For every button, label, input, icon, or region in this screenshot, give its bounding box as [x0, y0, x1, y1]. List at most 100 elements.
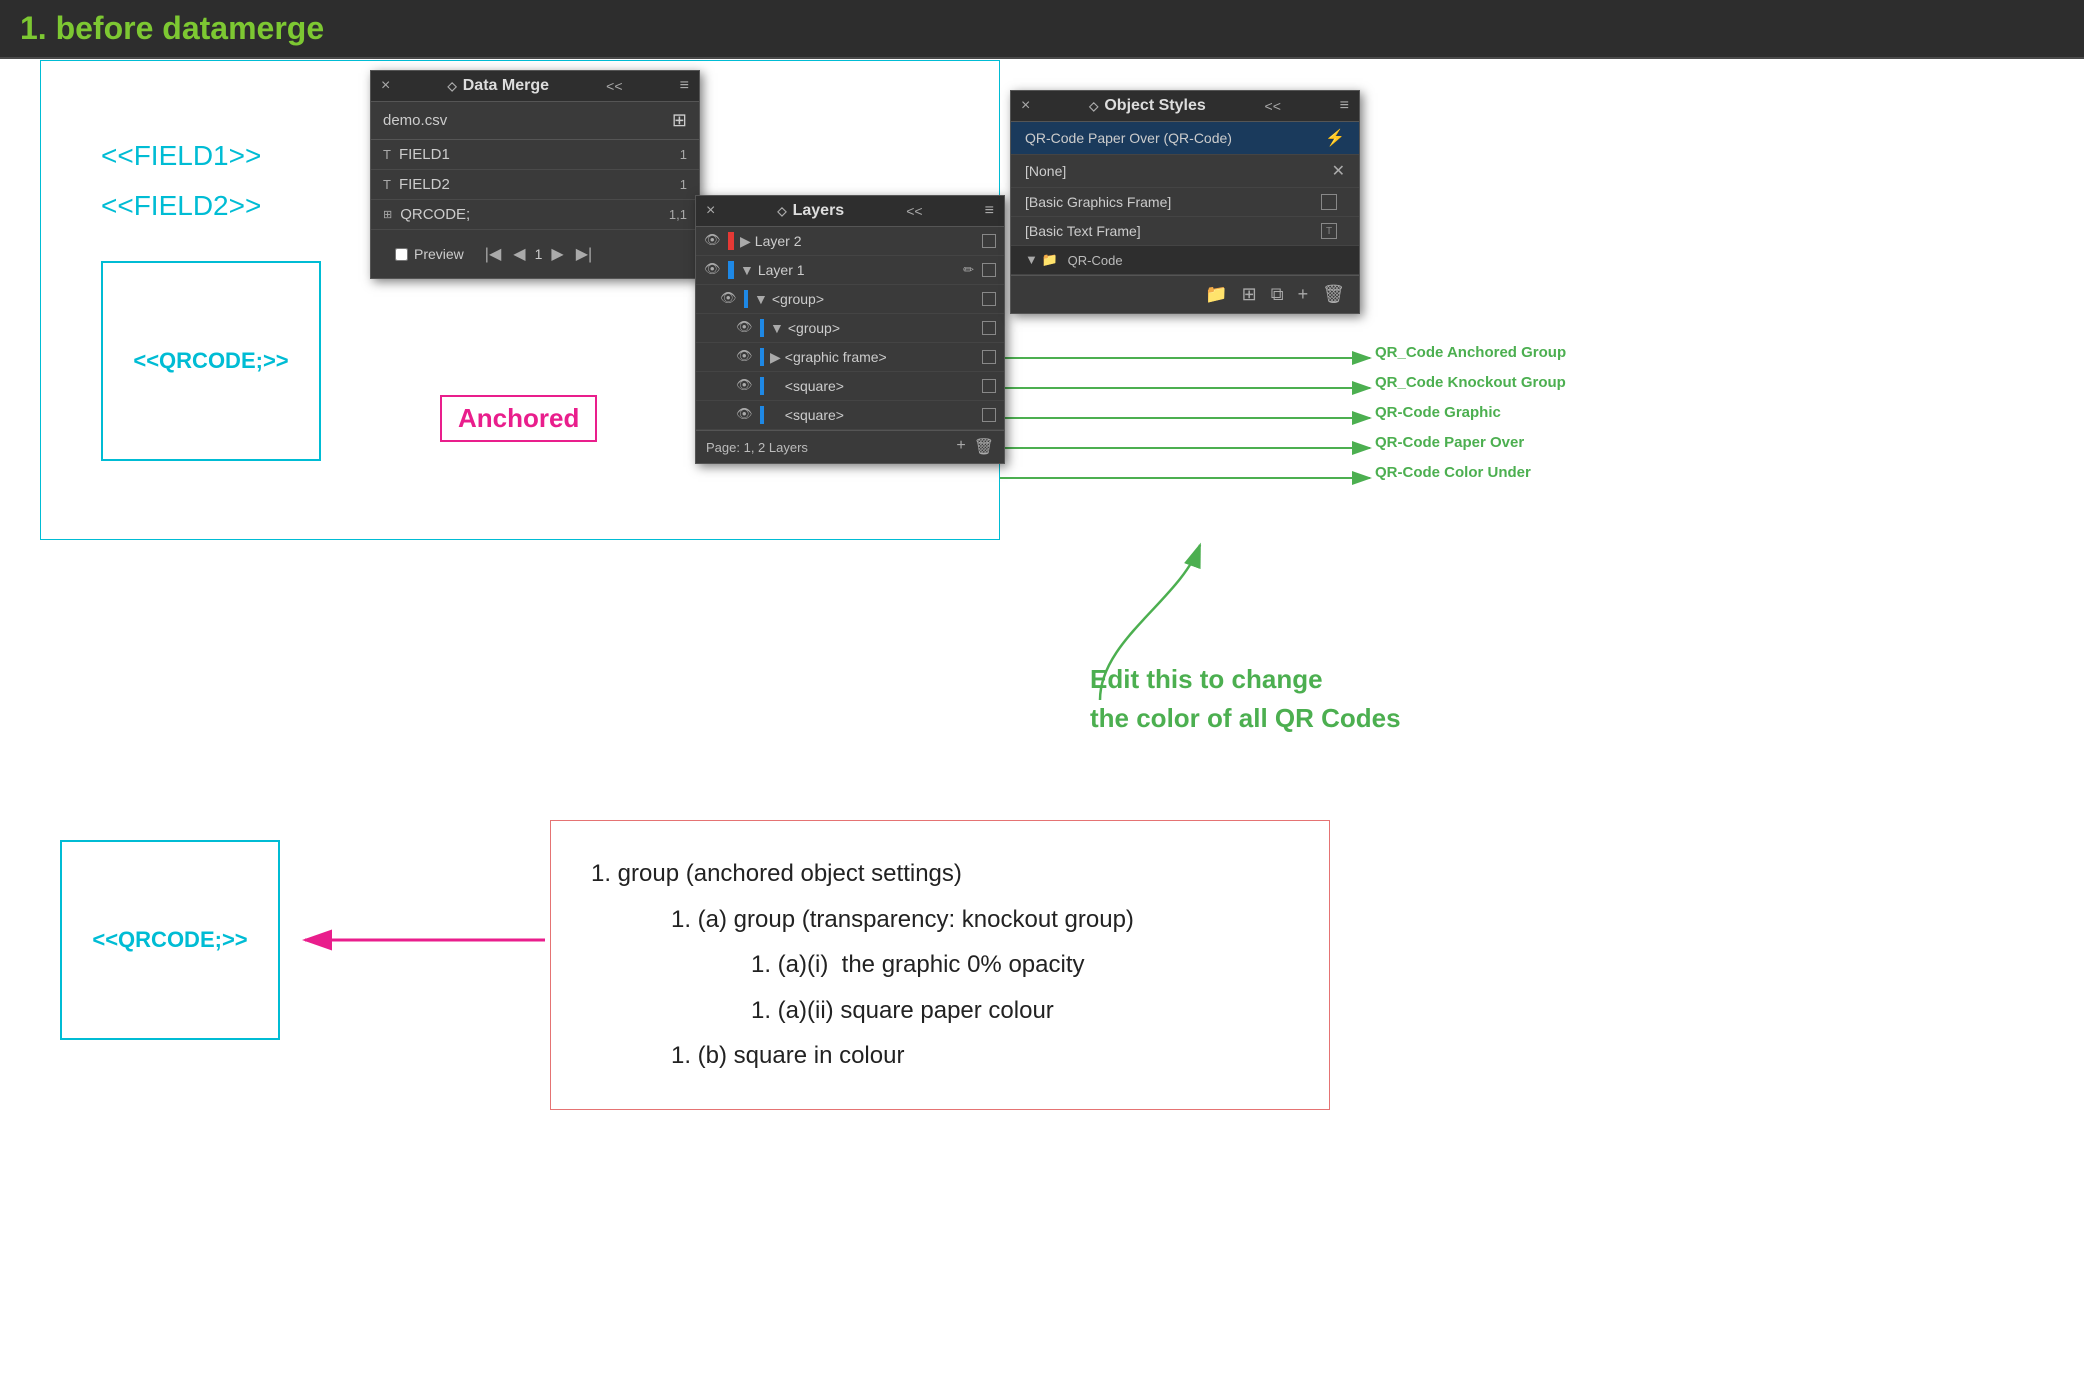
layers-delete-btn[interactable]: 🗑: [974, 437, 994, 457]
layer-bar-sq2: [760, 406, 764, 424]
objstyles-menu[interactable]: ≡: [1340, 97, 1349, 115]
expand-icon-group1[interactable]: ▼: [754, 291, 768, 307]
layers-close[interactable]: ×: [706, 202, 715, 220]
field-text-area: <<FIELD1>> <<FIELD2>>: [101, 131, 261, 232]
datamerge-close[interactable]: ×: [381, 77, 390, 95]
expand-icon-layer2[interactable]: ▶: [740, 233, 751, 250]
objstyles-qrcode-group[interactable]: ▼ 📁 QR-Code: [1011, 246, 1359, 275]
layers-menu[interactable]: ≡: [985, 202, 994, 220]
layer-bar-group1: [744, 290, 748, 308]
layer1-name: Layer 1: [758, 262, 963, 278]
objstyles-delete-btn[interactable]: 🗑: [1318, 282, 1349, 307]
datamerge-diamond: ◇: [448, 79, 457, 93]
spacer-square2: ▶: [770, 407, 781, 424]
layer-row-group1[interactable]: 👁 ▼ <group>: [696, 285, 1004, 314]
square1-name: <square>: [785, 378, 978, 394]
lightning-icon: ⚡: [1325, 128, 1345, 148]
preview-checkbox[interactable]: [395, 248, 408, 261]
eye-icon-graphic-frame[interactable]: 👁: [736, 348, 754, 366]
datamerge-field-2[interactable]: T FIELD2 1: [371, 170, 699, 200]
qr-type-icon: ⊞: [383, 208, 392, 221]
layers-footer-buttons: + 🗑: [956, 437, 994, 457]
datamerge-menu[interactable]: ≡: [680, 77, 689, 95]
objstyles-title: ◇ Object Styles: [1089, 97, 1206, 115]
layer-bar-sq1: [760, 377, 764, 395]
objstyles-text-frame-row[interactable]: [Basic Text Frame] T: [1011, 217, 1359, 246]
objstyles-pages-btn[interactable]: ⊞: [1238, 282, 1261, 307]
nav-last[interactable]: ▶|: [573, 244, 595, 264]
layer-row-layer2[interactable]: 👁 ▶ Layer 2: [696, 227, 1004, 256]
datamerge-csv-row: demo.csv ⊞: [371, 102, 699, 140]
layer-color-layer2: [728, 232, 734, 250]
objstyles-close[interactable]: ×: [1021, 97, 1030, 115]
folder-icon: ▼ 📁: [1025, 252, 1058, 268]
datamerge-field-1[interactable]: T FIELD1 1: [371, 140, 699, 170]
field1-type-icon: T: [383, 147, 391, 162]
eye-icon-layer1[interactable]: 👁: [704, 261, 722, 279]
expand-icon-layer1[interactable]: ▼: [740, 262, 754, 278]
page-header: 1. before datamerge: [0, 0, 2084, 59]
layer-color-layer1: [728, 261, 734, 279]
graphic-frame-square: [982, 350, 996, 364]
eye-icon-square2[interactable]: 👁: [736, 406, 754, 424]
layer-row-square2[interactable]: 👁 ▶ <square>: [696, 401, 1004, 430]
desc-line-3: 1. (a)(i) the graphic 0% opacity: [591, 942, 1289, 988]
group2-name: <group>: [788, 320, 978, 336]
expand-icon-graphic[interactable]: ▶: [770, 349, 781, 366]
field1-name: FIELD1: [399, 146, 680, 163]
group2-square: [982, 321, 996, 335]
objstyles-none-row[interactable]: [None] ✕: [1011, 155, 1359, 188]
expand-icon-group2[interactable]: ▼: [770, 320, 784, 336]
layer-row-graphic-frame[interactable]: 👁 ▶ <graphic frame>: [696, 343, 1004, 372]
data-merge-panel: × ◇ Data Merge << ≡ demo.csv ⊞ T FIELD1 …: [370, 70, 700, 279]
layer-row-layer1[interactable]: 👁 ▼ Layer 1 ✏: [696, 256, 1004, 285]
eye-icon-group1[interactable]: 👁: [720, 290, 738, 308]
qr-lower-label: <<QRCODE;>>: [92, 927, 247, 953]
qr-box-upper: <<QRCODE;>>: [101, 261, 321, 461]
preview-checkbox-row: Preview: [383, 238, 476, 270]
eye-icon-layer2[interactable]: 👁: [704, 232, 722, 250]
objstyles-graphics-frame-row[interactable]: [Basic Graphics Frame]: [1011, 188, 1359, 217]
object-styles-panel: × ◇ Object Styles << ≡ QR-Code Paper Ove…: [1010, 90, 1360, 314]
nav-next[interactable]: ▶: [548, 244, 566, 264]
green-label-1: QR_Code Anchored Group: [1375, 344, 1566, 361]
objstyles-folder-btn[interactable]: 📁: [1201, 282, 1231, 307]
objstyles-selected-row[interactable]: QR-Code Paper Over (QR-Code) ⚡: [1011, 122, 1359, 155]
desc-line-1: 1. group (anchored object settings): [591, 851, 1289, 897]
text-frame-icon: T: [1321, 223, 1337, 239]
objstyles-selected-name: QR-Code Paper Over (QR-Code): [1025, 130, 1232, 146]
datamerge-field-qr[interactable]: ⊞ QRCODE; 1,1: [371, 200, 699, 230]
qr-field-count: 1,1: [669, 207, 687, 222]
layers-diamond: ◇: [777, 204, 786, 218]
datamerge-title: ◇ Data Merge: [448, 77, 549, 95]
objstyles-duplicate-btn[interactable]: ⧉: [1267, 282, 1288, 307]
eye-icon-square1[interactable]: 👁: [736, 377, 754, 395]
layer-row-group2[interactable]: 👁 ▼ <group>: [696, 314, 1004, 343]
field2-name: FIELD2: [399, 176, 680, 193]
layer-row-square1[interactable]: 👁 ▶ <square>: [696, 372, 1004, 401]
anchored-label: Anchored: [440, 395, 597, 442]
layers-footer-text: Page: 1, 2 Layers: [706, 440, 808, 455]
group1-square: [982, 292, 996, 306]
group1-name: <group>: [772, 291, 978, 307]
objstyles-new-btn[interactable]: +: [1294, 282, 1313, 307]
field1-count: 1: [680, 147, 687, 162]
layers-footer: Page: 1, 2 Layers + 🗑: [696, 430, 1004, 463]
layers-collapse[interactable]: <<: [906, 203, 922, 219]
graphic-frame-name: <graphic frame>: [785, 349, 978, 365]
layer-bar-group2: [760, 319, 764, 337]
datamerge-collapse[interactable]: <<: [606, 78, 622, 94]
csv-link-icon: ⊞: [672, 110, 687, 131]
eye-icon-group2[interactable]: 👁: [736, 319, 754, 337]
square2-name: <square>: [785, 407, 978, 423]
layers-title: ◇ Layers: [777, 202, 844, 220]
nav-prev[interactable]: ◀: [510, 244, 528, 264]
square2-square: [982, 408, 996, 422]
graphics-frame-icon: [1321, 194, 1337, 210]
layers-add-btn[interactable]: +: [956, 437, 965, 457]
layer2-square: [982, 234, 996, 248]
objstyles-titlebar: × ◇ Object Styles << ≡: [1011, 91, 1359, 122]
green-label-2: QR_Code Knockout Group: [1375, 374, 1566, 391]
objstyles-collapse[interactable]: <<: [1265, 98, 1281, 114]
nav-first[interactable]: |◀: [482, 244, 504, 264]
